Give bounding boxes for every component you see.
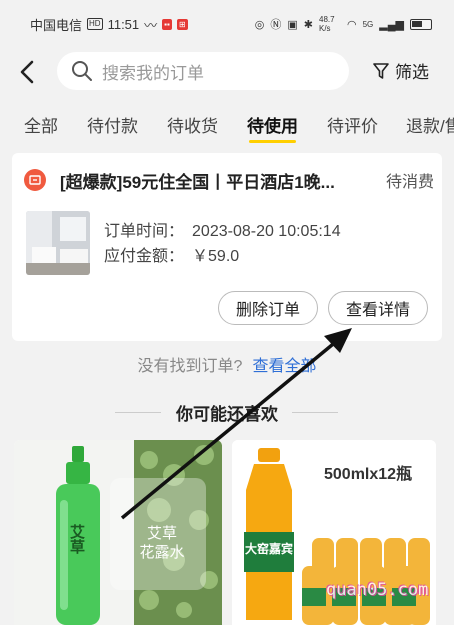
order-tabs: 全部 待付款 待收货 待使用 待评价 退款/售后 xyxy=(0,100,454,148)
battery-icon xyxy=(410,18,432,30)
bluetooth-icon: ✱ xyxy=(303,18,313,31)
order-time-value: 2023-08-20 10:05:14 xyxy=(192,223,341,240)
notification-badge-icon: ▪▪ xyxy=(162,18,172,30)
nfc-icon: ◎ xyxy=(254,18,265,31)
tab-to-review[interactable]: 待评价 xyxy=(327,112,378,137)
order-card[interactable]: [超爆款]59元住全国丨平日酒店1晚... 待消费 订单时间： 2023-08-2… xyxy=(12,153,442,341)
network-speed: 48.7 K/s xyxy=(319,15,335,33)
view-details-button[interactable]: 查看详情 xyxy=(328,291,428,325)
divider-right xyxy=(292,412,338,413)
watermark: quan05.com xyxy=(326,580,429,600)
bottle-label: 艾草 xyxy=(68,524,85,554)
product-card-mosquito-water[interactable]: 艾草 艾草 花露水 xyxy=(14,440,222,625)
tab-to-use[interactable]: 待使用 xyxy=(247,112,298,143)
search-icon xyxy=(72,61,92,81)
not-found-text: 没有找到订单? xyxy=(137,358,243,375)
signal-icon: ▂▄▆ xyxy=(379,18,404,31)
nfc-n-icon: Ⓝ xyxy=(270,19,282,31)
notification-icon: 〰 xyxy=(144,17,158,33)
tab-all[interactable]: 全部 xyxy=(24,112,58,137)
status-bar: 中国电信 HD 11:51 〰 ▪▪ ⊞ ◎ Ⓝ ▣ ✱ 48.7 K/s ◠ … xyxy=(0,0,454,48)
vibrate-icon: ▣ xyxy=(287,18,298,31)
product-brand-label: 大窑嘉宾 xyxy=(244,542,293,556)
signal-type: 5G xyxy=(362,19,374,29)
not-found-row: 没有找到订单? 查看全部 xyxy=(0,352,454,376)
filter-label: 筛选 xyxy=(395,63,429,82)
filter-icon xyxy=(373,62,389,79)
order-header: [超爆款]59元住全国丨平日酒店1晚... 待消费 xyxy=(24,167,434,193)
delete-order-button[interactable]: 删除订单 xyxy=(218,291,318,325)
status-time: 11:51 xyxy=(107,16,140,32)
back-arrow-icon[interactable] xyxy=(16,58,40,86)
search-placeholder: 搜索我的订单 xyxy=(102,63,204,83)
wifi-icon: ◠ xyxy=(347,18,357,31)
order-info: 订单时间： 2023-08-20 10:05:14 应付金额： ￥59.0 xyxy=(104,219,341,269)
tab-refund[interactable]: 退款/售后 xyxy=(406,112,454,137)
order-time-label: 订单时间： xyxy=(104,223,185,240)
tab-pending-receipt[interactable]: 待收货 xyxy=(167,112,218,137)
view-all-link[interactable]: 查看全部 xyxy=(252,358,316,375)
carrier: 中国电信 xyxy=(30,17,83,33)
order-amount-label: 应付金额： xyxy=(104,248,185,265)
hd-badge: HD xyxy=(87,18,103,30)
top-bar: 搜索我的订单 筛选 xyxy=(0,48,454,96)
order-status: 待消费 xyxy=(385,174,434,191)
product-overlay-text: 艾草 花露水 xyxy=(139,525,185,561)
hotel-room-thumbnail xyxy=(26,211,90,275)
filter-button[interactable]: 筛选 xyxy=(372,58,429,83)
search-input[interactable]: 搜索我的订单 xyxy=(57,52,349,90)
order-title: [超爆款]59元住全国丨平日酒店1晚... xyxy=(60,172,335,192)
app-notification-icon: ⊞ xyxy=(176,18,188,30)
hotel-icon xyxy=(24,169,46,191)
recommend-title: 你可能还喜欢 xyxy=(176,405,278,424)
tab-pending-payment[interactable]: 待付款 xyxy=(87,112,138,137)
order-amount-value: ￥59.0 xyxy=(192,248,240,265)
product-banner: 500mlx12瓶 xyxy=(324,466,413,483)
